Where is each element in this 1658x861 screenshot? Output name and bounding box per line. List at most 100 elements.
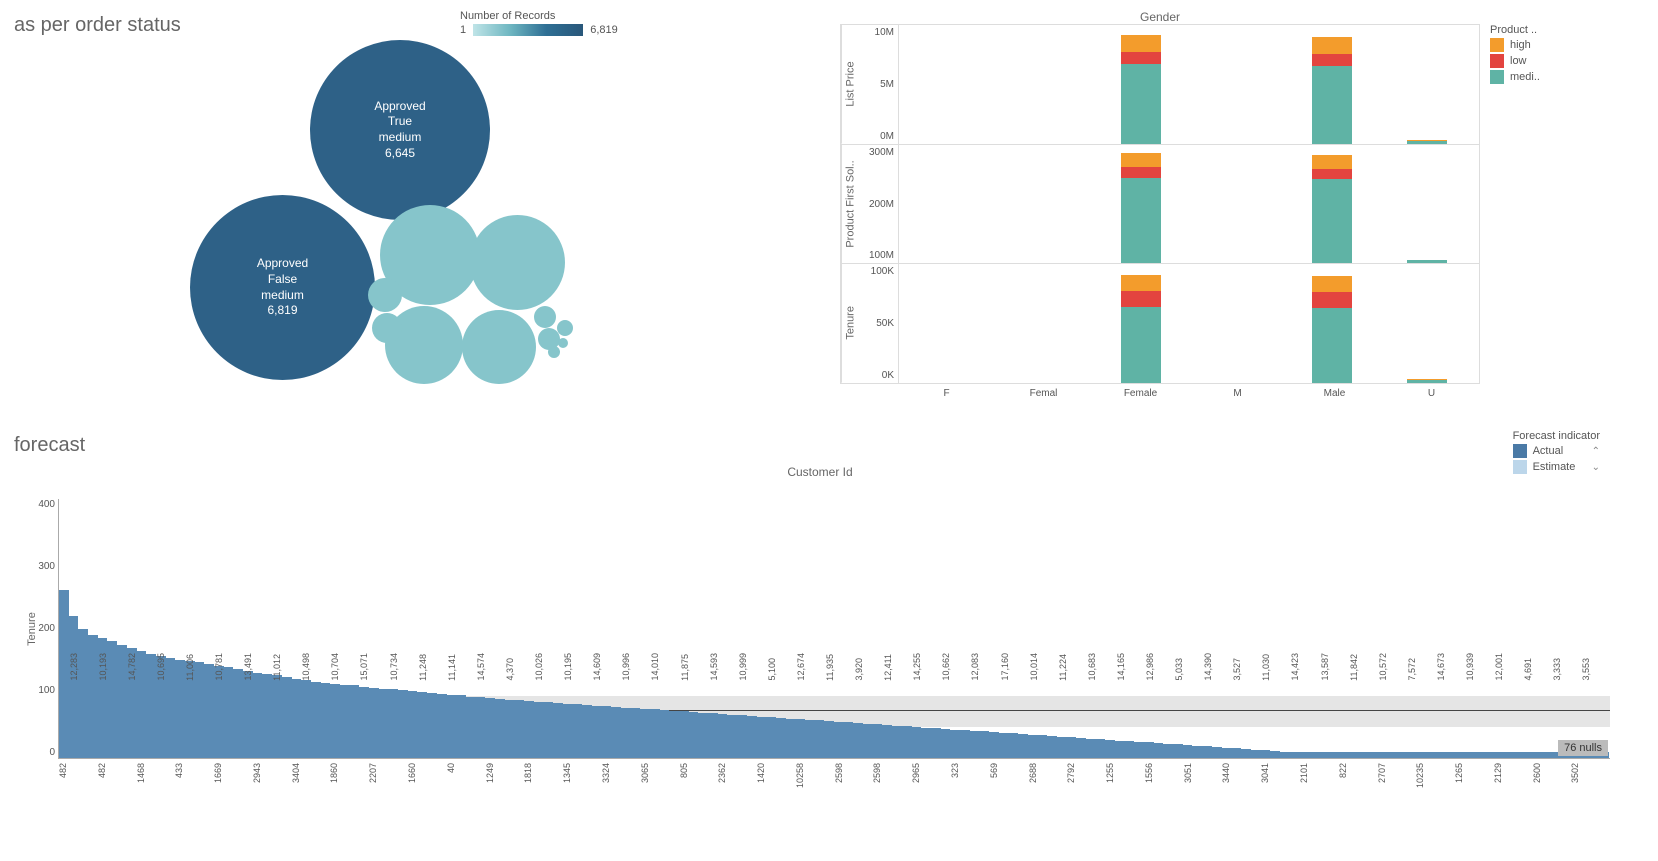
forecast-bar[interactable] (873, 724, 883, 758)
forecast-bar[interactable] (698, 713, 708, 758)
forecast-bar[interactable] (834, 722, 844, 758)
stacked-bar[interactable] (1312, 37, 1352, 144)
stacked-bar[interactable] (1312, 276, 1352, 383)
forecast-bar[interactable] (1367, 752, 1377, 758)
forecast-bar[interactable] (1512, 752, 1522, 758)
stacked-bar[interactable] (1121, 153, 1161, 263)
forecast-bar[interactable] (524, 701, 534, 758)
forecast-bar[interactable] (979, 731, 989, 758)
bubble-tiny[interactable] (558, 338, 568, 348)
forecast-bar[interactable] (824, 721, 834, 758)
forecast-bar[interactable] (292, 679, 302, 758)
forecast-bar[interactable] (476, 697, 486, 758)
forecast-bar[interactable] (960, 730, 970, 758)
forecast-bar[interactable] (776, 718, 786, 758)
stacked-bar[interactable] (1407, 379, 1447, 383)
forecast-bar[interactable] (447, 695, 457, 758)
nulls-indicator[interactable]: 76 nulls (1558, 740, 1608, 756)
forecast-bar[interactable] (727, 715, 737, 758)
forecast-bar[interactable] (272, 675, 282, 758)
forecast-bar[interactable] (301, 680, 311, 758)
forecast-bar[interactable] (921, 728, 931, 758)
forecast-bar[interactable] (1212, 747, 1222, 758)
forecast-bar[interactable] (466, 697, 476, 759)
forecast-bar[interactable] (340, 685, 350, 758)
forecast-bar[interactable] (1125, 741, 1135, 758)
forecast-bar[interactable] (1008, 733, 1018, 758)
forecast-bar[interactable] (1502, 752, 1512, 758)
forecast-bar[interactable] (1318, 752, 1328, 758)
forecast-bar[interactable] (253, 673, 263, 758)
forecast-bar[interactable] (321, 683, 331, 758)
forecast-bar[interactable] (621, 708, 631, 759)
forecast-bar[interactable] (398, 690, 408, 758)
forecast-bar[interactable] (912, 727, 922, 758)
forecast-bar[interactable] (989, 732, 999, 758)
forecast-bar[interactable] (1192, 746, 1202, 758)
forecast-bar[interactable] (631, 708, 641, 758)
forecast-bar[interactable] (795, 719, 805, 758)
forecast-bar[interactable] (679, 711, 689, 758)
forecast-bar[interactable] (1154, 743, 1164, 758)
forecast-bar[interactable] (640, 709, 650, 758)
forecast-bar[interactable] (602, 706, 612, 758)
forecast-bar[interactable] (970, 731, 980, 758)
forecast-bar[interactable] (669, 711, 679, 758)
forecast-bar[interactable] (1057, 737, 1067, 758)
forecast-bar[interactable] (1115, 741, 1125, 758)
bubble-tiny[interactable] (548, 346, 560, 358)
bubble-small[interactable] (470, 215, 565, 310)
forecast-bar[interactable] (495, 699, 505, 758)
forecast-bar[interactable] (1347, 752, 1357, 758)
forecast-bar[interactable] (882, 725, 892, 758)
forecast-bar[interactable] (1037, 735, 1047, 758)
stacked-bar[interactable] (1121, 35, 1161, 144)
forecast-bar[interactable] (1134, 742, 1144, 758)
forecast-bar[interactable] (1396, 752, 1406, 758)
forecast-bar[interactable] (408, 691, 418, 758)
forecast-bar[interactable] (708, 713, 718, 758)
bubble-approved-false-medium[interactable]: Approved False medium 6,819 (190, 195, 375, 380)
chevron-down-icon[interactable]: ⌄ (1592, 462, 1600, 473)
stacked-bar[interactable] (1407, 260, 1447, 264)
forecast-bar[interactable] (582, 705, 592, 758)
forecast-bar[interactable] (282, 677, 292, 758)
forecast-bar[interactable] (718, 714, 728, 758)
forecast-bar[interactable] (369, 688, 379, 758)
forecast-bar[interactable] (892, 726, 902, 758)
forecast-bar[interactable] (1328, 752, 1338, 758)
stacked-bar[interactable] (1407, 140, 1447, 143)
bubble-tiny[interactable] (372, 313, 402, 343)
forecast-bar[interactable] (359, 687, 369, 758)
forecast-bar[interactable] (1028, 735, 1038, 758)
forecast-bar[interactable] (689, 712, 699, 758)
forecast-bar[interactable] (1231, 748, 1241, 758)
forecast-bar[interactable] (1183, 745, 1193, 758)
bubble-tiny[interactable] (534, 306, 556, 328)
forecast-bar[interactable] (1289, 752, 1299, 758)
forecast-bar[interactable] (572, 704, 582, 758)
forecast-bar[interactable] (1086, 739, 1096, 758)
forecast-bar[interactable] (262, 674, 272, 758)
forecast-bar[interactable] (1251, 750, 1261, 758)
forecast-bar[interactable] (388, 689, 398, 758)
forecast-bar[interactable] (1105, 740, 1115, 758)
forecast-bar[interactable] (563, 704, 573, 758)
forecast-bar[interactable] (660, 710, 670, 758)
stacked-bar[interactable] (1312, 155, 1352, 263)
forecast-bar[interactable] (553, 703, 563, 758)
forecast-bar[interactable] (1406, 752, 1416, 758)
forecast-bar[interactable] (863, 724, 873, 758)
forecast-bar[interactable] (592, 706, 602, 758)
forecast-bar[interactable] (1076, 738, 1086, 758)
forecast-bar[interactable] (766, 717, 776, 758)
forecast-bar[interactable] (786, 719, 796, 758)
forecast-bar[interactable] (1483, 752, 1493, 758)
forecast-bar[interactable] (853, 723, 863, 758)
forecast-bar[interactable] (1386, 752, 1396, 758)
forecast-bar[interactable] (1541, 752, 1551, 758)
bubble-small[interactable] (462, 310, 536, 384)
forecast-bar[interactable] (543, 702, 553, 758)
forecast-bar[interactable] (1067, 737, 1077, 758)
forecast-bar[interactable] (1532, 752, 1542, 758)
